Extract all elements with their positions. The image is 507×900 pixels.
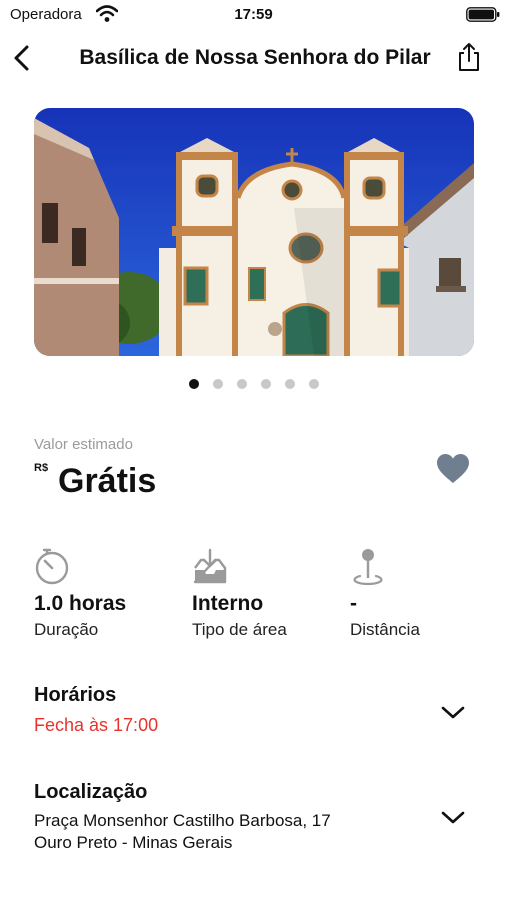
page-title: Basílica de Nossa Senhora do Pilar [79,46,431,69]
area-type-value: Interno [192,592,264,615]
duration-label: Duração [34,620,99,639]
price-label: Valor estimado [34,436,133,453]
battery-icon [466,7,500,22]
distance-label: Distância [350,620,420,639]
timer-icon [35,548,69,585]
distance-value: - [350,592,357,615]
share-icon[interactable] [456,42,482,72]
page-dot[interactable] [188,379,199,389]
page-dot[interactable] [236,379,247,389]
page-dot[interactable] [212,379,223,389]
hours-expand-chevron-icon[interactable] [440,703,466,721]
duration-value: 1.0 horas [34,592,127,615]
currency-symbol: R$ [34,462,49,474]
gallery-pagination[interactable] [0,379,507,389]
page-dot[interactable] [284,379,295,389]
price-value: Grátis [58,462,157,500]
location-pin-icon [353,549,383,586]
favorite-heart-icon[interactable] [436,453,470,485]
location-title[interactable]: Localização [34,781,147,804]
address-line-2: Ouro Preto - Minas Gerais [34,833,233,852]
address-line-1: Praça Monsenhor Castilho Barbosa, 17 [34,811,331,830]
area-type-label: Tipo de área [192,620,287,639]
church-photo[interactable] [34,108,474,356]
status-time: 17:59 [234,6,273,23]
back-chevron-icon[interactable] [10,44,34,72]
hours-status: Fecha às 17:00 [34,715,159,735]
hours-title[interactable]: Horários [34,684,116,707]
page-dot[interactable] [308,379,319,389]
page-dot[interactable] [260,379,271,389]
indoor-tray-icon [193,548,227,584]
location-expand-chevron-icon[interactable] [440,808,466,826]
